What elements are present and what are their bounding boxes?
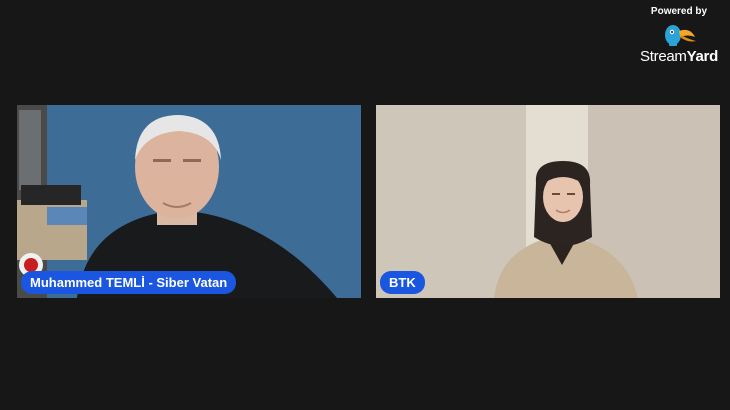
video-feed-2 — [376, 105, 720, 298]
participant-tile-1[interactable]: Muhammed TEMLİ - Siber Vatan — [17, 105, 361, 298]
powered-by-label: Powered by — [650, 6, 708, 17]
participant-tile-2[interactable]: BTK — [376, 105, 720, 298]
streamyard-logo-icon — [665, 25, 696, 46]
participant-name-tag-2: BTK — [380, 271, 425, 294]
wordmark-stream: Stream — [640, 48, 687, 65]
participant-name-tag-1: Muhammed TEMLİ - Siber Vatan — [21, 271, 237, 294]
wordmark-yard: Yard — [686, 48, 719, 65]
streamyard-wordmark: StreamYard — [640, 48, 718, 65]
video-feed-1 — [17, 105, 361, 298]
streamyard-branding: Powered by StreamYard — [634, 6, 724, 66]
